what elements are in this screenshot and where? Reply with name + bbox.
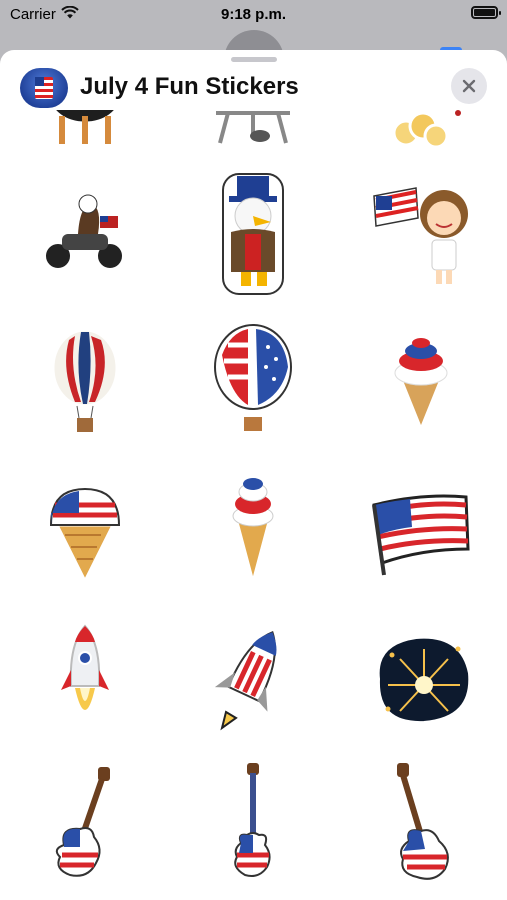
white-rocket-sticker[interactable] [20,614,150,744]
popcorn-sticker[interactable] [356,110,486,158]
swirl-ice-cream-cone-sticker[interactable] [356,318,486,448]
flag-ice-cream-scoop-sticker[interactable] [20,470,150,600]
battery-icon [471,6,501,19]
flag-hot-air-balloon-sticker[interactable] [188,316,318,446]
waving-usa-flag-sticker[interactable] [356,466,486,596]
clock: 9:18 p.m. [220,6,287,23]
flag-guitar-sticker-2[interactable] [188,758,318,888]
status-bar: Carrier 9:18 p.m. [0,0,507,30]
uncle-sam-app-icon [20,68,68,108]
bbq-rack-sticker[interactable] [188,110,318,158]
sheet-grabber[interactable] [231,57,277,62]
flag-rocket-sticker[interactable] [188,614,318,744]
girl-waving-flag-sticker[interactable] [356,168,486,298]
fireworks-burst-sticker[interactable] [356,614,486,744]
sheet-title: July 4 Fun Stickers [80,73,299,100]
eagle-uncle-sam-hat-sticker[interactable] [188,168,318,298]
close-button[interactable] [451,68,487,104]
flag-electric-guitar-sticker[interactable] [356,758,486,888]
sheet-header: July 4 Fun Stickers [0,64,507,112]
flag-guitar-sticker-1[interactable] [20,760,150,890]
sticker-grid [0,110,507,900]
eagle-motorcycle-sticker[interactable] [20,170,150,300]
close-icon [462,79,476,93]
sticker-sheet: July 4 Fun Stickers [0,50,507,900]
patriotic-popsicle-cone-sticker[interactable] [188,466,318,596]
striped-hot-air-balloon-sticker[interactable] [20,318,150,448]
grill-sticker[interactable] [20,110,150,158]
